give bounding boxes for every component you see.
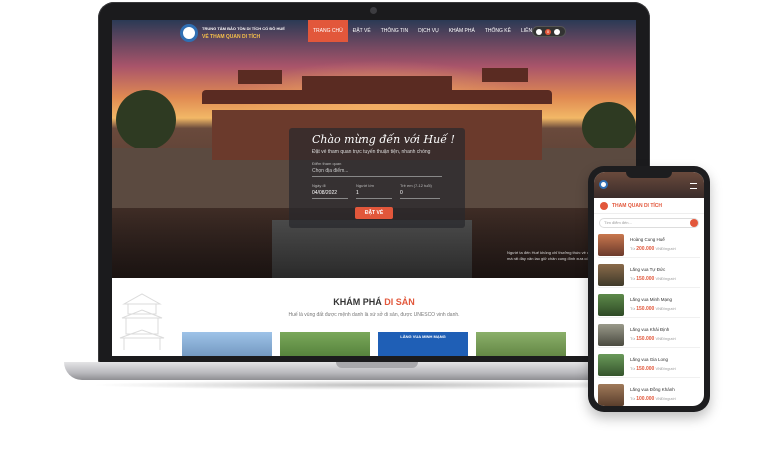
item-price: Từ 200.000 VNĐ/người [630,246,676,252]
destination-label: Điểm tham quan [312,161,342,166]
thumbnail [598,234,624,256]
heritage-card[interactable] [280,332,370,356]
thumbnail [598,384,624,406]
tree-left [116,90,176,150]
section-title-accent: DI SẢN [384,297,415,307]
pavilion-roof-center [302,76,452,92]
phone-title: THAM QUAN DI TÍCH [612,203,662,209]
item-name: Lăng vua Minh Mạng [630,297,673,302]
phone-logo-icon[interactable] [599,180,608,189]
list-item[interactable]: Lăng vua Minh Mạng Từ 150.000 VNĐ/người [598,292,700,318]
list-item[interactable]: Lăng vua Tự Đức Từ 150.000 VNĐ/người [598,262,700,288]
location-pin-icon [600,202,608,210]
nav-item-book[interactable]: ĐẶT VÉ [348,20,376,42]
user-cart-pill[interactable]: 0 [532,26,566,37]
logo-icon[interactable] [180,24,198,42]
brand-tagline: VÉ THAM QUAN DI TÍCH [202,34,261,40]
gate-roof-lower [202,90,552,104]
heritage-card[interactable] [182,332,272,356]
section-title-main: KHÁM PHÁ [333,297,382,307]
adult-input[interactable]: 1 [356,190,359,196]
child-label: Trẻ em (7-12 tuổi) [400,183,432,188]
item-name: Lăng vua Khải Định [630,327,670,332]
child-underline [400,198,440,199]
phone-notch [626,171,672,178]
pavilion-roof-left [238,70,282,84]
nav-item-services[interactable]: DỊCH VỤ [413,20,444,42]
cart-count-badge: 0 [545,29,551,35]
courtyard [272,220,472,278]
section-title: KHÁM PHÁ DI SẢN [112,297,636,307]
laptop-shadow [90,380,670,390]
site-navbar: TRUNG TÂM BẢO TỒN DI TÍCH CỐ ĐÔ HUẾ VÉ T… [112,20,636,46]
laptop-notch [336,362,418,368]
list-item[interactable]: Lăng vua Đồng Khánh Từ 100.000 VNĐ/người [598,382,700,406]
list-item[interactable]: Lăng vua Khải Định Từ 150.000 VNĐ/người [598,322,700,348]
child-input[interactable]: 0 [400,190,403,196]
nav-item-explore[interactable]: KHÁM PHÁ [444,20,480,42]
brand-name: TRUNG TÂM BẢO TỒN DI TÍCH CỐ ĐÔ HUẾ [202,26,285,31]
date-label: Ngày đi [312,183,326,188]
phone-title-row: THAM QUAN DI TÍCH [594,198,704,214]
laptop-screen: TRUNG TÂM BẢO TỒN DI TÍCH CỐ ĐÔ HUẾ VÉ T… [112,20,636,356]
card-label: LĂNG VUA MINH MẠNG [400,334,446,339]
thumbnail [598,324,624,346]
search-icon[interactable] [690,219,698,227]
pavilion-roof-right [482,68,528,82]
heritage-card-featured[interactable]: LĂNG VUA MINH MẠNG [378,332,468,356]
book-ticket-button[interactable]: ĐẶT VÉ [355,207,393,219]
nav-item-home[interactable]: TRANG CHỦ [308,20,348,42]
nav-menu: TRANG CHỦ ĐẶT VÉ THÔNG TIN DỊCH VỤ KHÁM … [308,20,545,42]
item-name: Lăng vua Đồng Khánh [630,387,675,392]
thumbnail [598,264,624,286]
adult-label: Người lớn [356,183,375,188]
item-price: Từ 150.000 VNĐ/người [630,336,676,342]
item-price: Từ 150.000 VNĐ/người [630,306,676,312]
device-mockup: TRUNG TÂM BẢO TỒN DI TÍCH CỐ ĐÔ HUẾ VÉ T… [0,0,760,450]
item-name: Lăng vua Gia Long [630,357,669,362]
hero-banner: TRUNG TÂM BẢO TỒN DI TÍCH CỐ ĐÔ HUẾ VÉ T… [112,20,636,278]
nav-item-stats[interactable]: THỐNG KÊ [480,20,516,42]
item-name: Hoàng Cung Huế [630,237,665,242]
list-item[interactable]: Hoàng Cung Huế Từ 200.000 VNĐ/người [598,232,700,258]
phone-search-input[interactable]: Tìm điểm đến... [599,218,699,228]
list-item[interactable]: Lăng vua Gia Long Từ 150.000 VNĐ/người [598,352,700,378]
section-subtitle: Huế là vùng đất được mệnh danh là xứ sở … [288,312,460,318]
hamburger-menu-icon[interactable] [690,183,697,189]
welcome-heading: Chào mừng đến với Huế ! [312,133,455,146]
phone-screen: THAM QUAN DI TÍCH Tìm điểm đến... Hoàng … [594,172,704,406]
camera-dot [370,7,377,14]
item-price: Từ 100.000 VNĐ/người [630,396,676,402]
adult-underline [356,198,392,199]
date-input[interactable]: 04/08/2022 [312,190,337,196]
date-underline [312,198,348,199]
cart-icon[interactable] [536,29,542,35]
heritage-card[interactable] [476,332,566,356]
welcome-subtitle: Đặt vé tham quan trực tuyến thuận tiện, … [312,149,431,155]
nav-item-info[interactable]: THÔNG TIN [376,20,413,42]
destination-underline [312,176,442,177]
thumbnail [598,294,624,316]
thumbnail [598,354,624,376]
item-price: Từ 150.000 VNĐ/người [630,276,676,282]
tree-right [582,102,636,152]
heritage-cards: LĂNG VUA MINH MẠNG [182,332,572,356]
item-price: Từ 150.000 VNĐ/người [630,366,676,372]
user-icon[interactable] [554,29,560,35]
item-name: Lăng vua Tự Đức [630,267,666,272]
destination-select[interactable]: Chọn địa điểm... [312,168,348,174]
